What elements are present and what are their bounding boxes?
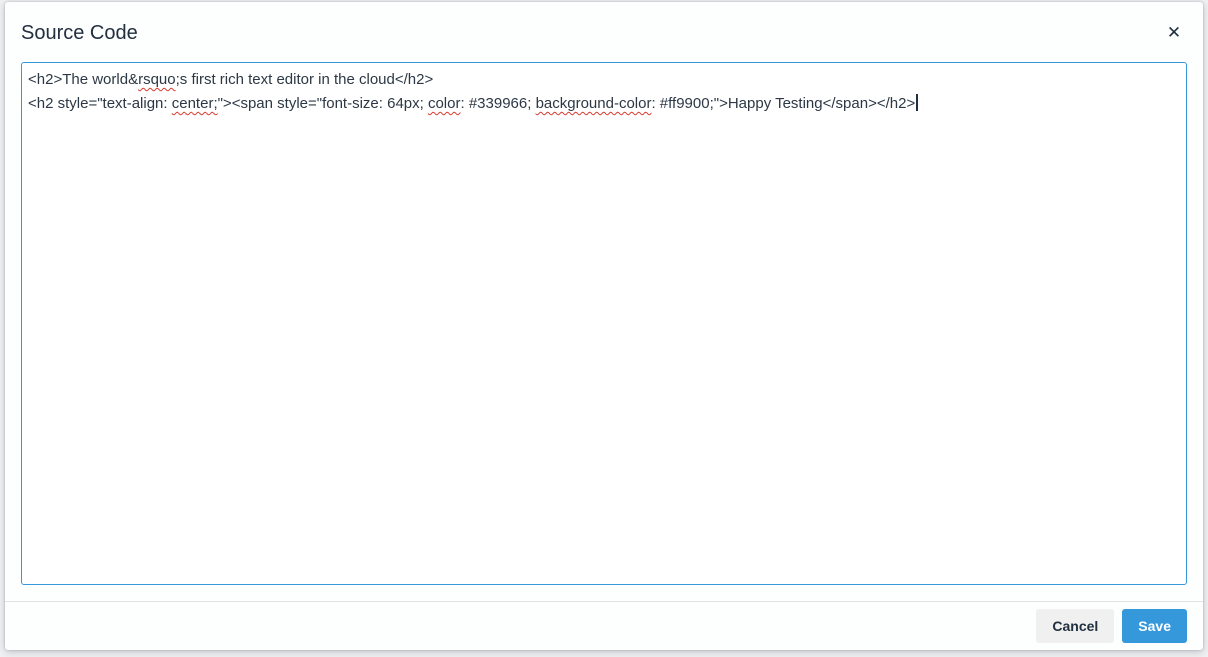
close-button[interactable]: ✕ [1155, 14, 1193, 52]
dialog-header: Source Code ✕ [5, 2, 1203, 62]
dialog-title: Source Code [21, 22, 138, 44]
misspelled-word: background-color [535, 95, 652, 112]
code-line: <h2>The world&rsquo;s first rich text ed… [28, 71, 434, 88]
misspelled-word: center; [171, 95, 218, 112]
source-code-textarea[interactable]: <h2>The world&rsquo;s first rich text ed… [21, 62, 1187, 585]
dialog-body: <h2>The world&rsquo;s first rich text ed… [5, 62, 1203, 601]
code-line: <h2 style="text-align: center;"><span st… [28, 92, 1180, 116]
save-button[interactable]: Save [1122, 609, 1187, 643]
misspelled-word: rsquo [138, 71, 176, 88]
text-caret [916, 94, 918, 111]
cancel-button[interactable]: Cancel [1036, 609, 1115, 643]
close-icon: ✕ [1166, 22, 1182, 43]
dialog-footer: Cancel Save [5, 601, 1203, 650]
misspelled-word: color [427, 95, 461, 112]
source-code-dialog: Source Code ✕ <h2>The world&rsquo;s firs… [5, 2, 1203, 650]
